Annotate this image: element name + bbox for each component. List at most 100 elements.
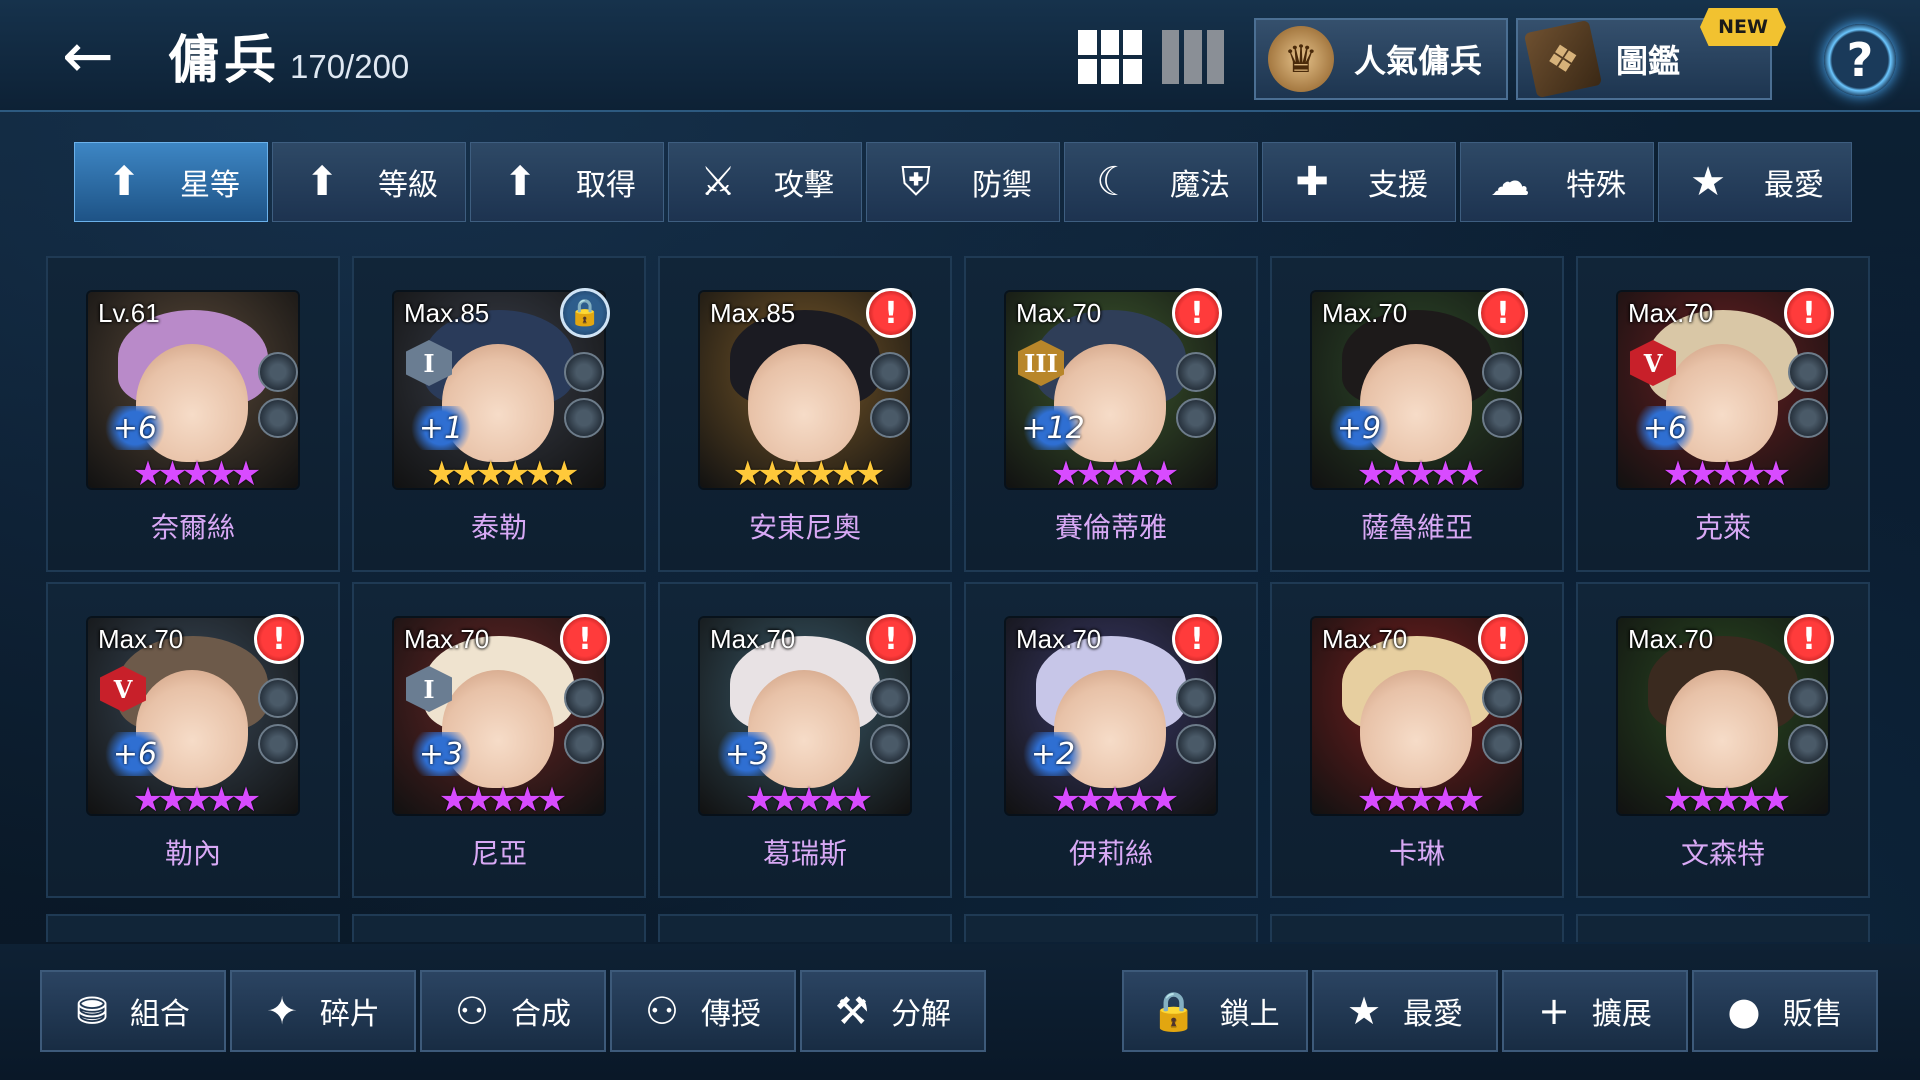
skill-slot-icon: [1788, 352, 1828, 392]
skill-slot-icon: [258, 352, 298, 392]
star-icon: ★: [1346, 989, 1382, 1033]
sort-tab-4[interactable]: ⛨ 防禦: [866, 142, 1060, 222]
skill-slot-icon: [870, 398, 910, 438]
up-arrow-icon: ⬆: [503, 159, 537, 205]
sort-tab-0[interactable]: ⬆ 星等: [74, 142, 268, 222]
skill-slot-icon: [1788, 724, 1828, 764]
mercenary-card[interactable]: Max.70 V +6 ★★★★★! 克萊: [1576, 256, 1870, 572]
enhance-level: +3: [406, 732, 476, 776]
skill-slot-icon: [870, 352, 910, 392]
mercenary-name: 勒內: [164, 837, 221, 870]
action-label: 販售: [1782, 997, 1843, 1032]
star-rating: ★★★★★★: [732, 454, 886, 494]
left-action-button-4[interactable]: ⚒ 分解: [800, 970, 986, 1052]
skill-slot-icon: [1482, 724, 1522, 764]
sort-tab-8[interactable]: ★ 最愛: [1658, 142, 1852, 222]
left-action-button-1[interactable]: ✦ 碎片: [230, 970, 416, 1052]
sort-tab-label: 攻擊: [774, 168, 834, 203]
mercenary-card[interactable]: Max.70 I +3 ★★★★★! 尼亞: [352, 582, 646, 898]
new-badge: NEW: [1700, 8, 1786, 46]
encyclopedia-label: 圖鑑: [1616, 42, 1681, 80]
action-label: 合成: [511, 997, 572, 1032]
star-rating: ★★★★★: [132, 780, 261, 820]
skill-slot-icon: [1176, 724, 1216, 764]
page-title: 傭兵: [168, 31, 281, 91]
alert-icon: !: [560, 614, 610, 664]
action-label: 碎片: [319, 997, 380, 1032]
mercenary-card[interactable]: Max.70 +3 ★★★★★! 葛瑞斯: [658, 582, 952, 898]
magic-icon: ☾: [1096, 159, 1132, 205]
level-label: Max.85: [404, 298, 490, 328]
action-label: 最愛: [1403, 997, 1464, 1032]
star-rating: ★★★★★★: [426, 454, 580, 494]
popular-mercenaries-button[interactable]: ♛ 人氣傭兵: [1254, 18, 1508, 100]
mercenary-card[interactable]: Max.70 +9 ★★★★★! 薩魯維亞: [1270, 256, 1564, 572]
level-label: Max.70: [710, 624, 796, 654]
disassemble-icon: ⚒: [834, 989, 870, 1033]
list-view-toggle[interactable]: [1162, 30, 1224, 84]
mercenary-card[interactable]: Max.70 ★★★★★! 卡琳: [1270, 582, 1564, 898]
alert-icon: !: [1172, 288, 1222, 338]
coin-icon: ●: [1727, 989, 1761, 1033]
sort-tab-2[interactable]: ⬆ 取得: [470, 142, 664, 222]
grid-view-toggle[interactable]: [1078, 30, 1142, 84]
lock-icon: 🔒: [560, 288, 610, 338]
enhance-level: +6: [1630, 406, 1700, 450]
card-partial: [46, 914, 340, 942]
back-button[interactable]: ←: [44, 19, 132, 92]
action-label: 傳授: [701, 997, 762, 1032]
star-rating: ★★★★★: [1662, 454, 1791, 494]
action-label: 組合: [129, 997, 190, 1032]
back-arrow-icon: ←: [62, 18, 114, 92]
mercenary-card[interactable]: Max.70 +2 ★★★★★! 伊莉絲: [964, 582, 1258, 898]
shield-icon: ⛨: [901, 159, 931, 205]
level-label: Max.70: [1016, 298, 1102, 328]
mercenary-card[interactable]: Max.70 ★★★★★! 文森特: [1576, 582, 1870, 898]
sort-tab-5[interactable]: ☾ 魔法: [1064, 142, 1258, 222]
right-action-button-3[interactable]: ● 販售: [1692, 970, 1878, 1052]
sort-tab-3[interactable]: ⚔ 攻擊: [668, 142, 862, 222]
star-rating: ★★★★★: [132, 454, 261, 494]
left-action-button-2[interactable]: ⚇ 合成: [420, 970, 606, 1052]
mercenary-name: 尼亞: [470, 837, 527, 870]
skill-slot-icon: [1176, 398, 1216, 438]
skill-slot-icon: [1176, 678, 1216, 718]
mercenary-card[interactable]: Max.85 I +1 ★★★★★★ 🔒 泰勒: [352, 256, 646, 572]
mercenary-card[interactable]: Max.70 III +12 ★★★★★! 賽倫蒂雅: [964, 256, 1258, 572]
skill-slot-icon: [1482, 398, 1522, 438]
level-label: Max.70: [1016, 624, 1102, 654]
star-rating: ★★★★★: [1050, 780, 1179, 820]
alert-icon: !: [1478, 288, 1528, 338]
help-button[interactable]: ?: [1824, 24, 1896, 96]
sort-tab-7[interactable]: ☁ 特殊: [1460, 142, 1654, 222]
skill-slot-icon: [1176, 352, 1216, 392]
action-label: 鎖上: [1219, 997, 1280, 1032]
star-rating: ★★★★★: [744, 780, 873, 820]
fusion-icon: ⚇: [454, 989, 490, 1033]
book-icon: ❖: [1523, 19, 1603, 99]
mercenary-name: 薩魯維亞: [1360, 511, 1473, 544]
skill-slot-icon: [258, 724, 298, 764]
mercenary-card[interactable]: Max.70 V +6 ★★★★★! 勒內: [46, 582, 340, 898]
left-action-button-0[interactable]: ⛃ 組合: [40, 970, 226, 1052]
mercenary-card[interactable]: Max.85 ★★★★★★! 安東尼奧: [658, 256, 952, 572]
sort-tab-6[interactable]: ✚ 支援: [1262, 142, 1456, 222]
mercenary-card[interactable]: Lv.61 +6 ★★★★★ 奈爾絲: [46, 256, 340, 572]
left-action-button-3[interactable]: ⚇ 傳授: [610, 970, 796, 1052]
right-action-button-1[interactable]: ★ 最愛: [1312, 970, 1498, 1052]
mercenary-name: 文森特: [1680, 837, 1765, 870]
skill-slot-icon: [870, 678, 910, 718]
right-action-button-0[interactable]: 🔒 鎖上: [1122, 970, 1308, 1052]
level-label: Max.70: [404, 624, 490, 654]
enhance-level: +12: [1018, 406, 1088, 450]
mercenary-count: 170/200: [290, 48, 410, 85]
support-icon: ✚: [1295, 159, 1329, 205]
star-rating: ★★★★★: [1356, 780, 1485, 820]
sort-tab-label: 最愛: [1764, 168, 1824, 203]
right-action-button-2[interactable]: + 擴展: [1502, 970, 1688, 1052]
sort-tab-1[interactable]: ⬆ 等級: [272, 142, 466, 222]
star-rating: ★★★★★: [438, 780, 567, 820]
enhance-level: +1: [406, 406, 476, 450]
enhance-level: +6: [100, 406, 170, 450]
mercenary-name: 葛瑞斯: [762, 837, 847, 870]
